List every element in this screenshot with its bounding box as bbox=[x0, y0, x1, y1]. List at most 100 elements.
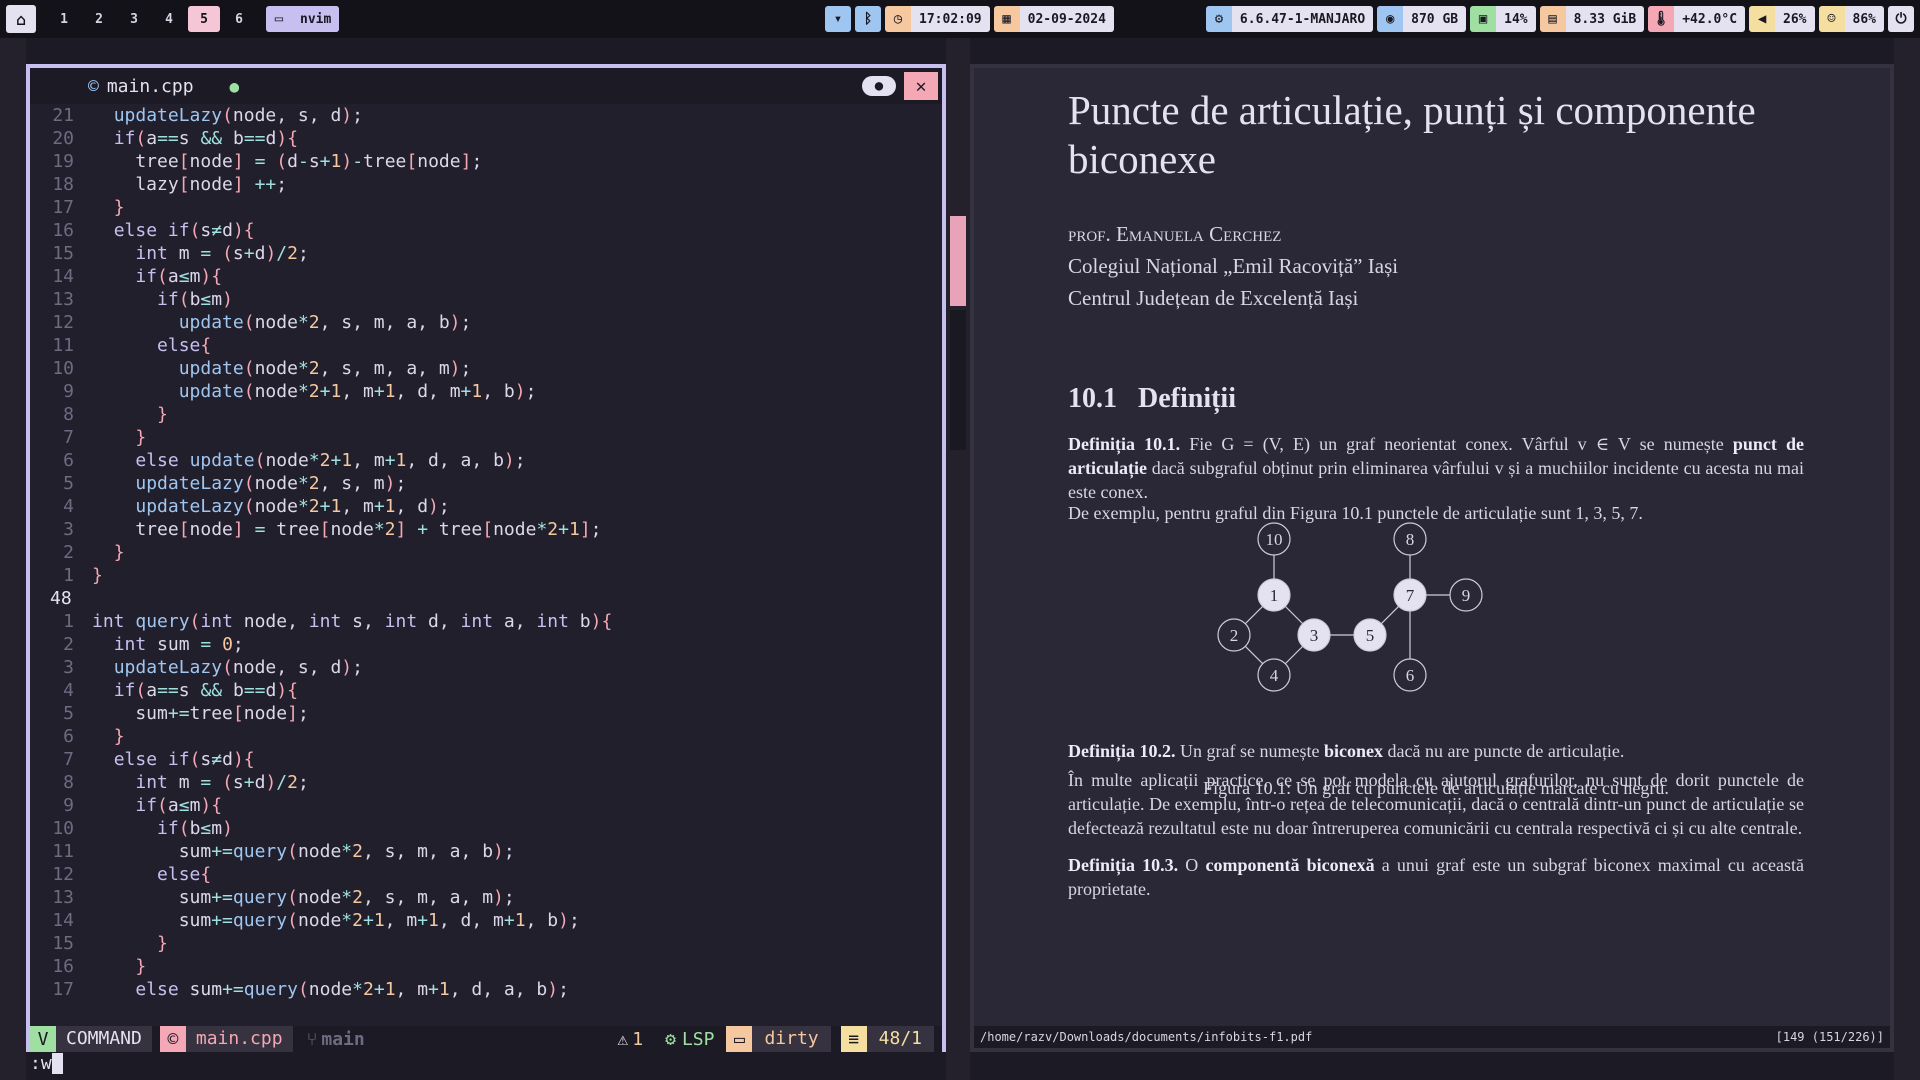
code-line[interactable]: 2 int sum = 0; bbox=[30, 633, 942, 656]
window-title: nvim bbox=[292, 6, 340, 32]
close-icon[interactable]: ✕ bbox=[904, 72, 938, 100]
cursor-position: 48/1 bbox=[866, 1026, 934, 1052]
code-line[interactable]: 13 sum+=query(node*2, s, m, a, m); bbox=[30, 886, 942, 909]
line-number: 20 bbox=[52, 128, 74, 149]
home-icon[interactable]: ⌂ bbox=[6, 5, 36, 33]
code-text: if(a≤m){ bbox=[135, 795, 223, 816]
wifi-icon: ▾ bbox=[825, 6, 852, 32]
line-number: 11 bbox=[52, 841, 74, 862]
code-line[interactable]: 11 else{ bbox=[30, 334, 942, 357]
volume-pill[interactable]: ◀ 26% bbox=[1749, 6, 1815, 32]
code-text: else update(node*2+1, m+1, d, a, b); bbox=[135, 450, 526, 471]
date-pill: ▦ 02-09-2024 bbox=[993, 6, 1114, 32]
workspace-button[interactable]: 2 bbox=[83, 6, 115, 32]
code-text: tree[node] = (d-s+1)-tree[node]; bbox=[92, 151, 483, 172]
code-line[interactable]: 8 } bbox=[30, 403, 942, 426]
code-line[interactable]: 19 tree[node] = (d-s+1)-tree[node]; bbox=[30, 150, 942, 173]
workspace-button[interactable]: 6 bbox=[223, 6, 255, 32]
power-pill[interactable]: ⏻ bbox=[1888, 6, 1914, 32]
graph-node-label: 1 bbox=[1270, 586, 1279, 605]
temperature: +42.0°C bbox=[1674, 6, 1746, 32]
code-text: if(b≤m) bbox=[157, 289, 233, 310]
code-line[interactable]: 17 else sum+=query(node*2+1, m+1, d, a, … bbox=[30, 978, 942, 1001]
warning-icon: ⚠ bbox=[617, 1028, 629, 1050]
definition-term: biconex bbox=[1323, 741, 1383, 761]
code-text: updateLazy(node*2+1, m+1, d); bbox=[135, 496, 450, 517]
code-line[interactable]: 10 update(node*2, s, m, a, m); bbox=[30, 357, 942, 380]
kernel-pill: ⚙ 6.6.47-1-MANJARO bbox=[1205, 6, 1374, 32]
code-line[interactable]: 20 if(a==s && b==d){ bbox=[30, 127, 942, 150]
status-line: V COMMAND © main.cpp ⑂ main ⚠ 1 ⚙ LSP ▭ … bbox=[30, 1026, 942, 1052]
code-line[interactable]: 21 updateLazy(node, s, d); bbox=[30, 104, 942, 127]
line-number: 13 bbox=[52, 887, 74, 908]
wallpaper-accent bbox=[950, 310, 966, 450]
code-line[interactable]: 17 } bbox=[30, 196, 942, 219]
code-line[interactable]: 1} bbox=[30, 564, 942, 587]
kernel-icon: ⚙ bbox=[1205, 6, 1232, 32]
kernel-version: 6.6.47-1-MANJARO bbox=[1231, 6, 1374, 32]
workspace-button[interactable]: 4 bbox=[153, 6, 185, 32]
disk-usage: 870 GB bbox=[1403, 6, 1467, 32]
code-line[interactable]: 4 if(a==s && b==d){ bbox=[30, 679, 942, 702]
code-line[interactable]: 10 if(b≤m) bbox=[30, 817, 942, 840]
code-line[interactable]: 7 } bbox=[30, 426, 942, 449]
editor-window[interactable]: © main.cpp ● ● ✕ 21 updateLazy(node, s, … bbox=[26, 64, 946, 1074]
definition-label: Definiția 10.2. bbox=[1068, 741, 1176, 761]
pdf-status-bar: /home/razv/Downloads/documents/infobits-… bbox=[974, 1026, 1890, 1048]
code-text: sum+=query(node*2, s, m, a, b); bbox=[92, 841, 515, 862]
code-line[interactable]: 9 if(a≤m){ bbox=[30, 794, 942, 817]
code-text: updateLazy(node, s, d); bbox=[113, 657, 363, 678]
code-line[interactable]: 14 sum+=query(node*2+1, m+1, d, m+1, b); bbox=[30, 909, 942, 932]
line-number: 15 bbox=[52, 933, 74, 954]
monitor-icon: ▭ bbox=[274, 11, 284, 27]
code-line[interactable]: 11 sum+=query(node*2, s, m, a, b); bbox=[30, 840, 942, 863]
speaker-icon: ◀ bbox=[1749, 6, 1776, 32]
code-line[interactable]: 5 updateLazy(node*2, s, m); bbox=[30, 472, 942, 495]
code-line[interactable]: 15 int m = (s+d)/2; bbox=[30, 242, 942, 265]
code-line[interactable]: 2 } bbox=[30, 541, 942, 564]
code-line[interactable]: 4 updateLazy(node*2+1, m+1, d); bbox=[30, 495, 942, 518]
code-line[interactable]: 6 } bbox=[30, 725, 942, 748]
code-line[interactable]: 15 } bbox=[30, 932, 942, 955]
code-line[interactable]: 6 else update(node*2+1, m+1, d, a, b); bbox=[30, 449, 942, 472]
graph-figure: 10 1 2 3 4 5 7 8 9 6 bbox=[1217, 522, 1483, 692]
code-line[interactable]: 16 else if(s≠d){ bbox=[30, 219, 942, 242]
code-line[interactable]: 48 bbox=[30, 587, 942, 610]
code-line[interactable]: 3 tree[node] = tree[node*2] + tree[node*… bbox=[30, 518, 942, 541]
definition-text: Un graf se numește bbox=[1175, 741, 1324, 761]
definition-label: Definiția 10.3. bbox=[1068, 855, 1179, 875]
cpp-file-icon: © bbox=[159, 1026, 186, 1052]
code-line[interactable]: 8 int m = (s+d)/2; bbox=[30, 771, 942, 794]
workspace-button[interactable]: 5 bbox=[188, 6, 220, 32]
code-line[interactable]: 12 else{ bbox=[30, 863, 942, 886]
code-line[interactable]: 7 else if(s≠d){ bbox=[30, 748, 942, 771]
code-line[interactable]: 16 } bbox=[30, 955, 942, 978]
workspace-button[interactable]: 3 bbox=[118, 6, 150, 32]
code-line[interactable]: 14 if(a≤m){ bbox=[30, 265, 942, 288]
code-line[interactable]: 1 int query(int node, int s, int d, int a… bbox=[30, 610, 942, 633]
code-line[interactable]: 5 sum+=tree[node]; bbox=[30, 702, 942, 725]
workspace-button[interactable]: 1 bbox=[48, 6, 80, 32]
pdf-viewer[interactable]: Puncte de articulație, punți și componen… bbox=[970, 64, 1894, 1052]
body-paragraph: În multe aplicații practice, ce se pot m… bbox=[1068, 770, 1804, 838]
code-area[interactable]: 21 updateLazy(node, s, d); 20 if(a==s && … bbox=[30, 104, 942, 1004]
code-line[interactable]: 9 update(node*2+1, m+1, d, m+1, b); bbox=[30, 380, 942, 403]
code-line[interactable]: 18 lazy[node] ++; bbox=[30, 173, 942, 196]
code-line[interactable]: 12 update(node*2, s, m, a, b); bbox=[30, 311, 942, 334]
code-line[interactable]: 13 if(b≤m) bbox=[30, 288, 942, 311]
buffer-tab[interactable]: © main.cpp bbox=[88, 76, 194, 97]
top-bar: ⌂ 123456 ▭ nvim ▾ ᛒ ◷ 17:02:09 ▦ 02-09-2… bbox=[0, 0, 1920, 38]
cpu-pill: ▣ 14% bbox=[1470, 6, 1536, 32]
bluetooth-pill[interactable]: ᛒ bbox=[855, 6, 882, 32]
toggle-icon[interactable]: ● bbox=[862, 76, 896, 96]
graph-node-label: 7 bbox=[1406, 586, 1415, 605]
line-number: 6 bbox=[63, 726, 74, 747]
battery-level: 86% bbox=[1844, 6, 1884, 32]
definition-term: componentă biconexă bbox=[1205, 855, 1375, 875]
line-number: 2 bbox=[63, 634, 74, 655]
command-line[interactable]: :w bbox=[30, 1053, 63, 1075]
wifi-pill[interactable]: ▾ bbox=[825, 6, 852, 32]
code-line[interactable]: 3 updateLazy(node, s, d); bbox=[30, 656, 942, 679]
clock: 17:02:09 bbox=[911, 6, 990, 32]
line-number: 1 bbox=[63, 611, 74, 632]
